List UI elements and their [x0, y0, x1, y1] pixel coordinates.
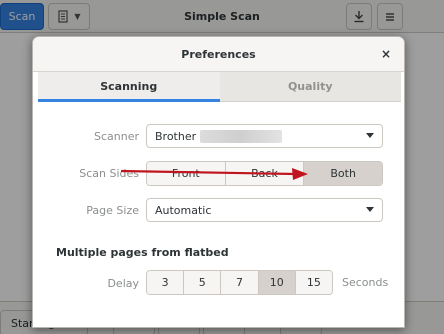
- delay-7-button[interactable]: 7: [221, 271, 259, 294]
- page-size-dropdown[interactable]: Automatic: [146, 198, 383, 222]
- dialog-header: Preferences ×: [33, 37, 404, 72]
- scanner-label: Scanner: [93, 130, 139, 143]
- chevron-down-icon: [366, 207, 374, 212]
- chevron-down-icon: [366, 133, 374, 138]
- scan-sides-back-button[interactable]: Back: [225, 162, 305, 185]
- delay-unit-label: Seconds: [342, 276, 389, 289]
- flatbed-section-title: Multiple pages from flatbed: [56, 246, 229, 259]
- delay-3-button[interactable]: 3: [147, 271, 185, 294]
- page-size-label: Page Size: [86, 204, 139, 217]
- scanner-value: Brother: [155, 129, 197, 143]
- scanner-dropdown[interactable]: Brother: [146, 124, 383, 148]
- tab-quality-label: Quality: [287, 80, 333, 93]
- tab-bar: Scanning Quality: [38, 72, 401, 102]
- delay-10-button[interactable]: 10: [258, 271, 296, 294]
- scan-sides-front-button[interactable]: Front: [147, 162, 226, 185]
- redacted-scanner-model: [200, 129, 283, 143]
- tab-scanning[interactable]: Scanning: [38, 72, 220, 102]
- delay-label: Delay: [107, 277, 139, 290]
- scan-sides-toggle-group: Front Back Both: [146, 161, 383, 186]
- close-icon[interactable]: ×: [378, 46, 394, 62]
- preferences-dialog: Preferences × Scanning Quality Scanner B…: [32, 36, 405, 328]
- scan-sides-both-button[interactable]: Both: [304, 162, 382, 185]
- delay-5-button[interactable]: 5: [184, 271, 222, 294]
- delay-15-button[interactable]: 15: [295, 271, 332, 294]
- scan-sides-label: Scan Sides: [79, 167, 139, 180]
- page-size-value: Automatic: [155, 203, 212, 217]
- dialog-title: Preferences: [181, 48, 256, 61]
- tab-quality[interactable]: Quality: [219, 72, 401, 102]
- tab-scanning-label: Scanning: [100, 80, 158, 93]
- delay-toggle-group: 3 5 7 10 15: [146, 270, 333, 295]
